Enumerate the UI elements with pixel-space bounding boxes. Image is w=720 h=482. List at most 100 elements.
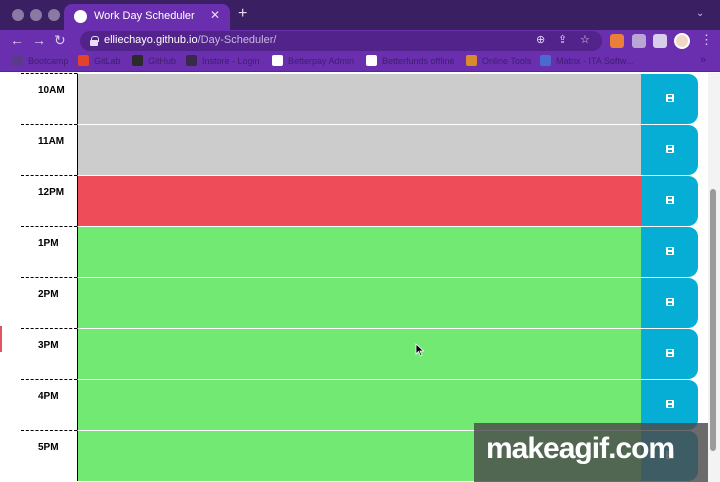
floppy-disk-icon	[666, 400, 674, 408]
page-edge-marker	[0, 326, 2, 352]
bookmark-matrix-ita[interactable]: Matrix - ITA Softw...	[540, 55, 633, 66]
lock-icon[interactable]	[90, 36, 99, 46]
bookmark-betterfunds-offline[interactable]: Betterfunds offline	[366, 55, 454, 66]
hour-label: 3PM	[38, 340, 59, 351]
close-tab-icon[interactable]: ✕	[210, 8, 220, 22]
side-panel-icon[interactable]	[653, 34, 667, 48]
floppy-disk-icon	[666, 247, 674, 255]
hour-cell: 10AM	[21, 73, 77, 124]
bootcamp-icon	[12, 55, 23, 66]
bookmark-instore-login[interactable]: Instore - Login	[186, 55, 260, 66]
time-block: 2PM	[21, 277, 698, 328]
hour-label: 12PM	[38, 187, 65, 198]
watermark: makeagif.com	[474, 423, 708, 482]
event-description-textarea[interactable]	[77, 226, 641, 277]
hour-cell: 4PM	[21, 379, 77, 430]
bookmarks-bar: Bootcamp GitLab GitHub Instore - Login B…	[0, 52, 720, 72]
hour-label: 10AM	[38, 85, 65, 96]
new-tab-button[interactable]: +	[238, 5, 247, 23]
address-bar[interactable]: elliechayo.github.io/Day-Scheduler/ ⊕ ⇪ …	[80, 31, 602, 51]
url-path: /Day-Scheduler/	[197, 34, 277, 46]
extension-fox-icon[interactable]	[610, 34, 624, 48]
scrollbar-thumb[interactable]	[710, 189, 716, 451]
tab-work-day-scheduler[interactable]: Work Day Scheduler ✕	[64, 4, 230, 30]
watermark-text: makeagif.com	[486, 432, 675, 465]
hour-label: 2PM	[38, 289, 59, 300]
globe-icon	[366, 55, 377, 66]
minimize-window-button[interactable]	[30, 9, 42, 21]
hour-cell: 1PM	[21, 226, 77, 277]
bookmark-label: Matrix - ITA Softw...	[556, 55, 634, 66]
bold-b-icon	[186, 55, 197, 66]
bookmark-label: Bootcamp	[28, 55, 69, 66]
save-button[interactable]	[641, 226, 698, 277]
hour-cell: 12PM	[21, 175, 77, 226]
tab-search-icon[interactable]: ⌄	[696, 8, 704, 19]
bookmark-gitlab[interactable]: GitLab	[78, 55, 121, 66]
maximize-window-button[interactable]	[48, 9, 60, 21]
floppy-disk-icon	[666, 145, 674, 153]
tab-strip: Work Day Scheduler ✕ + ⌄	[0, 0, 720, 30]
floppy-disk-icon	[666, 94, 674, 102]
matrix-icon	[540, 55, 551, 66]
hour-cell: 2PM	[21, 277, 77, 328]
hour-label: 5PM	[38, 442, 59, 453]
time-block: 11AM	[21, 124, 698, 175]
globe-icon	[74, 10, 87, 23]
bookmark-label: GitHub	[148, 55, 177, 66]
forward-button[interactable]: →	[32, 32, 46, 48]
event-description-textarea[interactable]	[77, 124, 641, 175]
floppy-disk-icon	[666, 196, 674, 204]
tools-icon	[466, 55, 477, 66]
reload-button[interactable]: ↻	[54, 32, 66, 49]
event-description-textarea[interactable]	[77, 73, 641, 124]
time-block: 10AM	[21, 73, 698, 124]
bookmark-label: Instore - Login	[202, 55, 260, 66]
floppy-disk-icon	[666, 298, 674, 306]
bookmark-label: Betterpay Admin	[288, 55, 355, 66]
gitlab-icon	[78, 55, 89, 66]
save-button[interactable]	[641, 73, 698, 124]
mouse-cursor-icon	[415, 343, 425, 357]
floppy-disk-icon	[666, 349, 674, 357]
save-button[interactable]	[641, 124, 698, 175]
save-button[interactable]	[641, 175, 698, 226]
tab-title: Work Day Scheduler	[94, 10, 195, 22]
event-description-textarea[interactable]	[77, 277, 641, 328]
event-description-textarea[interactable]	[77, 175, 641, 226]
url-host: elliechayo.github.io	[104, 34, 198, 46]
github-icon	[132, 55, 143, 66]
save-button[interactable]	[641, 328, 698, 379]
bookmark-label: GitLab	[94, 55, 121, 66]
close-window-button[interactable]	[12, 9, 24, 21]
bookmark-github[interactable]: GitHub	[132, 55, 176, 66]
event-description-textarea[interactable]	[77, 328, 641, 379]
bookmark-label: Online Tools	[482, 55, 532, 66]
back-button[interactable]: ←	[10, 32, 24, 48]
bookmark-label: Betterfunds offline	[382, 55, 455, 66]
time-block: 12PM	[21, 175, 698, 226]
checkmark-icon	[272, 55, 283, 66]
extensions-puzzle-icon[interactable]	[632, 34, 646, 48]
hour-label: 1PM	[38, 238, 59, 249]
share-icon[interactable]: ⇪	[558, 33, 567, 46]
browser-menu-icon[interactable]: ⋮	[700, 32, 713, 48]
url-text: elliechayo.github.io/Day-Scheduler/	[104, 34, 276, 46]
hour-cell: 11AM	[21, 124, 77, 175]
time-block: 3PM	[21, 328, 698, 379]
hour-cell: 3PM	[21, 328, 77, 379]
bookmark-online-tools[interactable]: Online Tools	[466, 55, 531, 66]
bookmark-bootcamp[interactable]: Bootcamp	[12, 55, 69, 66]
zoom-icon[interactable]: ⊕	[536, 33, 545, 46]
bookmark-star-icon[interactable]: ☆	[580, 33, 590, 46]
browser-toolbar: ← → ↻ elliechayo.github.io/Day-Scheduler…	[0, 30, 720, 52]
bookmark-betterpay-admin[interactable]: Betterpay Admin	[272, 55, 354, 66]
time-block: 1PM	[21, 226, 698, 277]
hour-label: 11AM	[38, 136, 65, 147]
hour-cell: 5PM	[21, 430, 77, 481]
save-button[interactable]	[641, 277, 698, 328]
more-bookmarks-icon[interactable]: »	[700, 54, 706, 66]
profile-avatar[interactable]	[674, 33, 690, 49]
page-viewport: 10AM 11AM 12PM 1PM 2PM 3PM 4PM 5PM makea…	[0, 73, 720, 482]
hour-label: 4PM	[38, 391, 59, 402]
